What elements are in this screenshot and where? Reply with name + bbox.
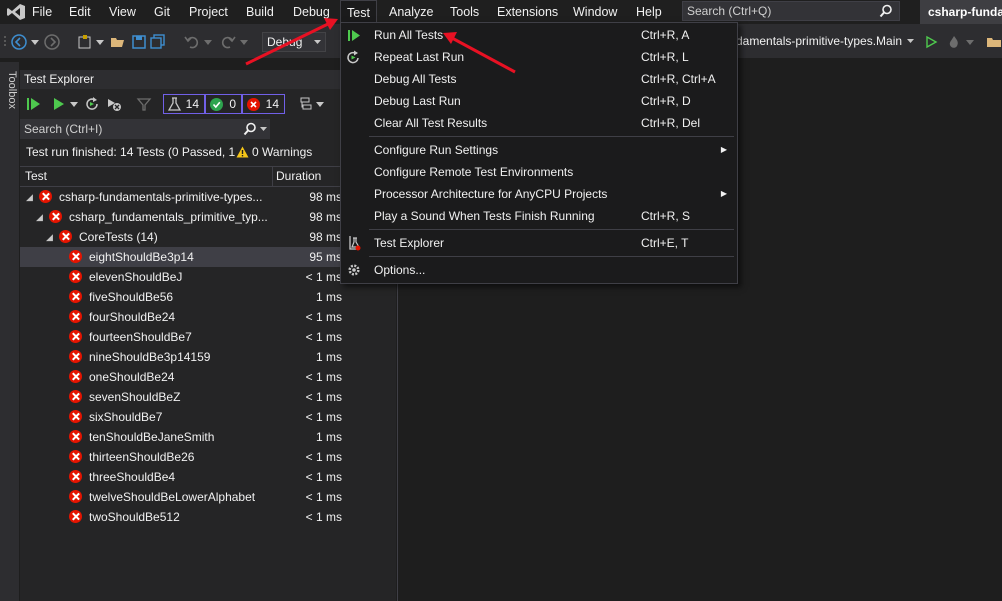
annotation-arrow-to-test-menu xyxy=(245,18,338,66)
annotation-arrow-to-run-all-tests xyxy=(443,32,516,74)
annotation-arrows xyxy=(245,18,516,74)
